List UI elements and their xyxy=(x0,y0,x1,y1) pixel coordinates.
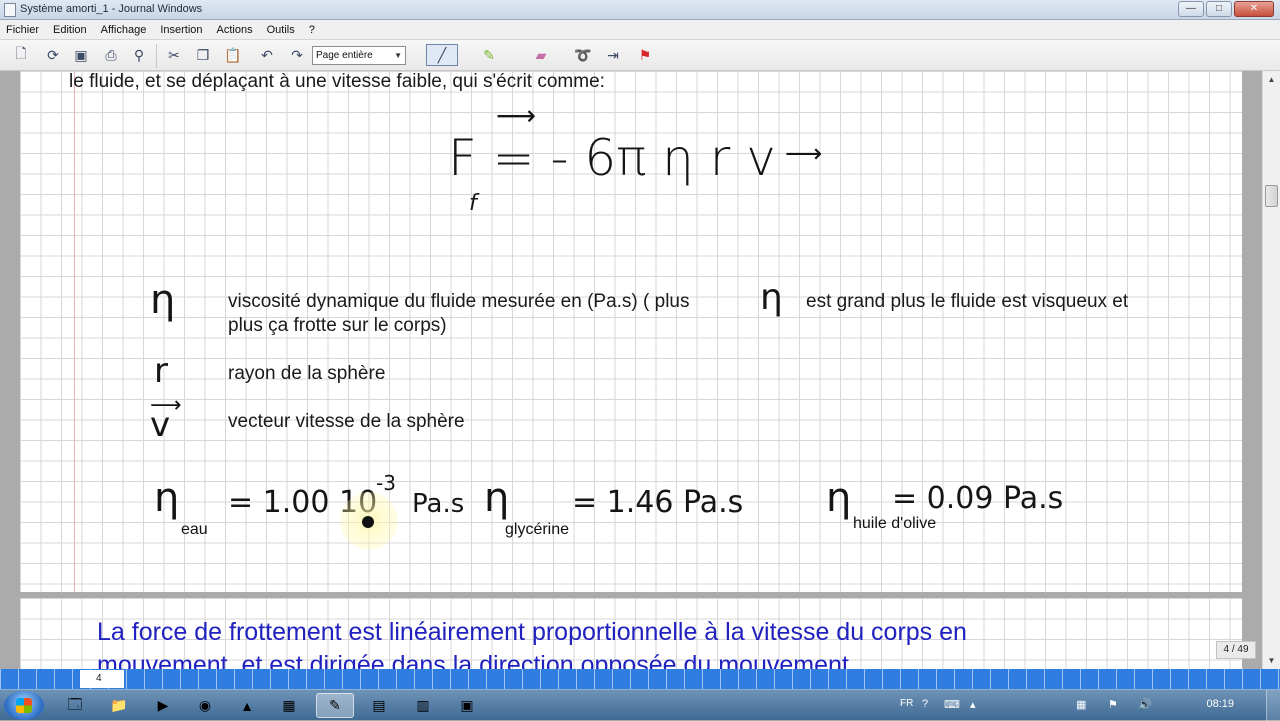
paint-task-icon[interactable]: ✎ xyxy=(316,693,354,718)
force-arrow: ⟶ xyxy=(496,99,537,132)
show-desktop-button[interactable] xyxy=(1266,690,1280,721)
paste-icon[interactable]: 📋 xyxy=(222,44,244,66)
glycerine-value: = 1.46 Pa.s xyxy=(572,485,744,520)
eta-definition: viscosité dynamique du fluide mesurée en… xyxy=(228,291,690,312)
huile-value: = 0.09 Pa.s xyxy=(892,481,1064,516)
clock[interactable]: 08:19 xyxy=(1206,698,1234,710)
language-indicator[interactable]: FR xyxy=(900,698,913,709)
copy-icon[interactable]: ❐ xyxy=(192,44,214,66)
menu-outils[interactable]: Outils xyxy=(267,24,295,36)
scroll-thumb[interactable] xyxy=(1265,185,1278,207)
notepad-task-icon[interactable]: ▥ xyxy=(404,693,442,718)
journal-app-icon xyxy=(4,3,16,17)
keyboard-icon[interactable]: ⌨ xyxy=(944,698,960,711)
menu-affichage[interactable]: Affichage xyxy=(101,24,147,36)
scroll-down-icon[interactable]: ▼ xyxy=(1263,652,1280,669)
save-icon[interactable]: ▣ xyxy=(70,44,92,66)
journal-page-next[interactable]: La force de frottement est linéairement … xyxy=(20,598,1242,679)
minimize-button[interactable]: — xyxy=(1178,1,1204,17)
r-symbol: r xyxy=(154,351,168,391)
print-icon[interactable]: ⎙ xyxy=(100,44,122,66)
menu-bar: Fichier Edition Affichage Insertion Acti… xyxy=(0,20,1280,40)
eau-unit: Pa.s xyxy=(412,489,465,519)
zoom-select[interactable]: Page entière ▼ xyxy=(312,46,406,65)
flag-tray-icon[interactable]: ⚑ xyxy=(1108,698,1118,711)
flag-icon[interactable]: ⚑ xyxy=(634,44,656,66)
media-task-icon[interactable]: ▶ xyxy=(144,693,182,718)
calculator-task-icon[interactable]: ▦ xyxy=(270,693,308,718)
journal-page[interactable]: le fluide, et se déplaçant à une vitesse… xyxy=(20,71,1242,592)
glycerine-subscript: glycérine xyxy=(505,521,570,538)
eta-glycerine-symbol: η xyxy=(484,475,510,521)
menu-help[interactable]: ? xyxy=(309,24,315,36)
find-icon[interactable]: ⚲ xyxy=(128,44,150,66)
v-definition: vecteur vitesse de la sphère xyxy=(228,411,465,432)
close-button[interactable]: ✕ xyxy=(1234,1,1274,17)
formula-subscript: f xyxy=(469,191,477,216)
toolbar-separator xyxy=(156,44,157,68)
folder-task-icon[interactable]: 📁 xyxy=(100,693,138,718)
zoom-value: Page entière xyxy=(316,50,373,61)
window-title: Système amorti_1 - Journal Windows xyxy=(20,3,203,15)
intro-line: le fluide, et se déplaçant à une vitesse… xyxy=(69,71,605,92)
maximize-button[interactable]: □ xyxy=(1206,1,1232,17)
network-icon[interactable]: ▦ xyxy=(1076,698,1086,711)
open-icon[interactable]: ⟳ xyxy=(42,44,64,66)
scroll-up-icon[interactable]: ▲ xyxy=(1263,71,1280,88)
eta-symbol: η xyxy=(150,277,176,323)
eta-eau-symbol: η xyxy=(154,475,180,521)
velocity-arrow: ⟶ xyxy=(785,139,823,169)
show-hidden-icons[interactable]: ▴ xyxy=(970,698,976,711)
r-definition: rayon de la sphère xyxy=(228,363,386,384)
menu-insertion[interactable]: Insertion xyxy=(160,24,202,36)
v-symbol: v xyxy=(150,405,171,445)
eta-definition-cont: est grand plus le fluide est visqueux et xyxy=(806,291,1129,312)
pen-icon[interactable]: ╱ xyxy=(426,44,458,66)
menu-fichier[interactable]: Fichier xyxy=(6,24,39,36)
journal-task-icon[interactable]: ▤ xyxy=(360,693,398,718)
help-icon[interactable]: ? xyxy=(922,698,928,710)
eta-huile-symbol: η xyxy=(826,475,852,521)
vlc-task-icon[interactable]: ▲ xyxy=(228,693,266,718)
eau-exponent: -3 xyxy=(376,471,396,495)
cut-icon[interactable]: ✂ xyxy=(163,44,185,66)
handwritten-formula: F = - 6π η r v xyxy=(448,129,776,187)
highlighter-icon[interactable]: ✎ xyxy=(478,44,500,66)
eta-inline-symbol: η xyxy=(760,277,783,318)
pen-cursor xyxy=(362,516,374,528)
system-tray: FR ? ⌨ ▴ ▦ ⚑ 🔊 08:19 xyxy=(880,690,1280,721)
taskbar: 🗔 📁 ▶ ◉ ▲ ▦ ✎ ▤ ▥ ▣ FR ? ⌨ ▴ ▦ ⚑ 🔊 08:19 xyxy=(0,689,1280,721)
lasso-icon[interactable]: ➰ xyxy=(572,44,594,66)
vertical-scrollbar[interactable]: ▲ ▼ xyxy=(1262,71,1280,669)
menu-edition[interactable]: Edition xyxy=(53,24,87,36)
huile-subscript: huile d'olive xyxy=(853,515,937,532)
insert-space-icon[interactable]: ⇥ xyxy=(602,44,624,66)
eau-subscript: eau xyxy=(181,521,208,538)
page-counter: 4 / 49 xyxy=(1216,641,1256,659)
title-bar: Système amorti_1 - Journal Windows — □ ✕ xyxy=(0,0,1280,20)
eraser-icon[interactable]: ▰ xyxy=(530,44,552,66)
chevron-down-icon: ▼ xyxy=(394,51,402,60)
toolbar: 🗋 ⟳ ▣ ⎙ ⚲ ✂ ❐ 📋 ↶ ↷ Page entière ▼ ╱ ✎ ▰… xyxy=(0,40,1280,71)
eta-definition-line2: plus ça frotte sur le corps) xyxy=(228,315,447,336)
start-button[interactable] xyxy=(4,691,44,720)
menu-actions[interactable]: Actions xyxy=(217,24,253,36)
page-tab-strip[interactable]: 4 xyxy=(0,669,1280,689)
undo-icon[interactable]: ↶ xyxy=(256,44,278,66)
blue-text-line1: La force de frottement est linéairement … xyxy=(97,618,967,646)
chrome-task-icon[interactable]: ◉ xyxy=(186,693,224,718)
current-page-tab[interactable]: 4 xyxy=(80,670,124,688)
volume-icon[interactable]: 🔊 xyxy=(1138,698,1152,711)
explorer-task-icon[interactable]: 🗔 xyxy=(56,693,94,718)
windows-logo-icon xyxy=(16,698,32,713)
capture-task-icon[interactable]: ▣ xyxy=(448,693,486,718)
redo-icon[interactable]: ↷ xyxy=(286,44,308,66)
new-page-icon[interactable]: 🗋 xyxy=(10,44,32,66)
margin-line xyxy=(74,71,75,592)
